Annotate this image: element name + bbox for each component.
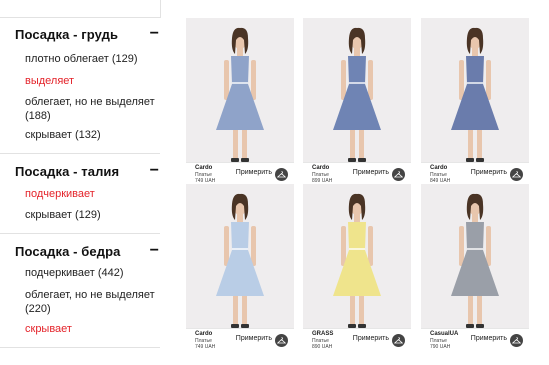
filter-title: Посадка - грудь [15, 26, 119, 42]
filter-option[interactable]: облегает, но не выделяет (220) [25, 288, 165, 316]
product-card[interactable]: Cardo Платье 899 UAH Примерить [303, 18, 411, 188]
divider [0, 153, 160, 154]
try-on-label[interactable]: Примерить [236, 335, 272, 342]
product-info: Cardo Платье 749 UAH Примерить [186, 328, 294, 354]
dress-photo[interactable] [421, 184, 529, 330]
product-brand: Cardo [312, 165, 330, 171]
hanger-icon[interactable] [510, 168, 523, 181]
hanger-icon[interactable] [275, 334, 288, 347]
product-info: CasualUA Платье 790 UAH Примерить [421, 328, 529, 354]
filter-sidebar: Посадка - грудь − плотно облегает (129) … [0, 0, 171, 365]
product-info: GRASS Платье 890 UAH Примерить [303, 328, 411, 354]
product-brand: Cardo [195, 165, 213, 171]
sidebar-top-divider [160, 0, 161, 18]
hanger-icon[interactable] [510, 334, 523, 347]
product-price: 890 UAH [312, 344, 333, 350]
filter-option[interactable]: облегает, но не выделяет (188) [25, 95, 165, 123]
minus-icon[interactable]: − [150, 163, 159, 179]
divider [0, 233, 160, 234]
try-on-label[interactable]: Примерить [353, 169, 389, 176]
product-brand: Cardo [430, 165, 448, 171]
dress-photo[interactable] [421, 18, 529, 164]
product-card[interactable]: Cardo Платье 749 UAH Примерить [186, 18, 294, 188]
minus-icon[interactable]: − [150, 243, 159, 259]
product-card[interactable]: Cardo Платье 849 UAH Примерить [421, 18, 529, 188]
product-price: 790 UAH [430, 344, 451, 350]
product-brand: GRASS [312, 331, 334, 337]
hanger-icon[interactable] [392, 334, 405, 347]
product-card[interactable]: Cardo Платье 749 UAH Примерить [186, 184, 294, 354]
filter-header-waist[interactable]: Посадка - талия − [15, 161, 159, 181]
try-on-label[interactable]: Примерить [236, 169, 272, 176]
filter-option-active[interactable]: выделяет [25, 74, 165, 88]
filter-option-active[interactable]: скрывает [25, 322, 165, 336]
filter-header-hips[interactable]: Посадка - бедра − [15, 241, 159, 261]
filter-option[interactable]: скрывает (132) [25, 128, 165, 142]
try-on-label[interactable]: Примерить [471, 335, 507, 342]
filter-title: Посадка - талия [15, 163, 120, 179]
product-card[interactable]: CasualUA Платье 790 UAH Примерить [421, 184, 529, 354]
minus-icon[interactable]: − [150, 26, 159, 42]
filter-option-active[interactable]: подчеркивает [25, 187, 165, 201]
product-brand: CasualUA [430, 331, 459, 337]
divider [0, 17, 160, 18]
try-on-label[interactable]: Примерить [471, 169, 507, 176]
filter-header-chest[interactable]: Посадка - грудь − [15, 24, 159, 44]
dress-photo[interactable] [303, 18, 411, 164]
product-card[interactable]: GRASS Платье 890 UAH Примерить [303, 184, 411, 354]
dress-photo[interactable] [186, 18, 294, 164]
dress-photo[interactable] [303, 184, 411, 330]
product-price: 749 UAH [195, 344, 216, 350]
hanger-icon[interactable] [392, 168, 405, 181]
filter-option[interactable]: подчеркивает (442) [25, 266, 165, 280]
divider [0, 347, 160, 348]
product-brand: Cardo [195, 331, 213, 337]
hanger-icon[interactable] [275, 168, 288, 181]
filter-option[interactable]: плотно облегает (129) [25, 52, 165, 66]
filter-title: Посадка - бедра [15, 243, 121, 259]
try-on-label[interactable]: Примерить [353, 335, 389, 342]
filter-option[interactable]: скрывает (129) [25, 208, 165, 222]
dress-photo[interactable] [186, 184, 294, 330]
